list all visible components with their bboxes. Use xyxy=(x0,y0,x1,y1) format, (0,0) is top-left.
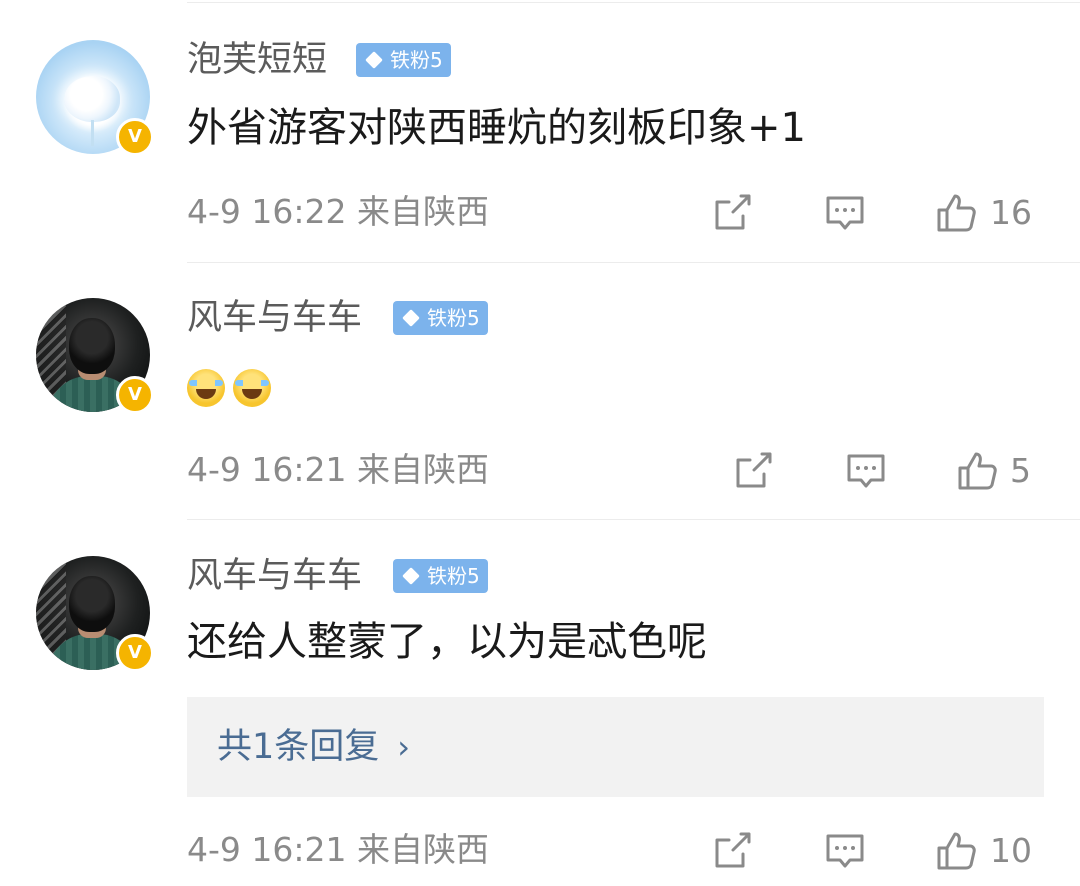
diamond-icon xyxy=(402,309,420,327)
verified-badge: V xyxy=(116,634,154,672)
verified-badge: V xyxy=(116,376,154,414)
top-divider xyxy=(187,2,1080,3)
comment-meta: 4-9 16:21 来自陕西 xyxy=(187,450,489,490)
comment-time: 4-9 16:22 xyxy=(187,192,347,231)
fan-badge[interactable]: 铁粉5 xyxy=(393,301,488,335)
comment-text: 外省游客对陕西睡炕的刻板印象+1 xyxy=(187,105,806,151)
thumbs-up-icon[interactable] xyxy=(956,450,998,492)
comment-divider xyxy=(187,519,1080,520)
comment-actions: 5 xyxy=(732,446,1044,494)
diamond-icon xyxy=(402,567,420,585)
comment-location: 来自陕西 xyxy=(357,830,489,869)
like-count: 10 xyxy=(990,831,1032,870)
username[interactable]: 风车与车车 xyxy=(187,298,362,338)
laugh-cry-emoji-icon xyxy=(233,369,271,407)
comment-actions: 16 xyxy=(711,188,1044,236)
avatar[interactable]: V xyxy=(36,556,154,672)
comment-meta: 4-9 16:22 来自陕西 xyxy=(187,192,489,232)
username[interactable]: 风车与车车 xyxy=(187,556,362,596)
fan-badge[interactable]: 铁粉5 xyxy=(393,559,488,593)
reply-summary-link[interactable]: 共1条回复 › xyxy=(217,725,410,769)
share-icon[interactable] xyxy=(711,192,753,234)
fan-badge-label: 铁粉5 xyxy=(390,48,443,72)
comment-actions: 10 xyxy=(711,826,1044,874)
avatar[interactable]: V xyxy=(36,298,154,414)
comment-time: 4-9 16:21 xyxy=(187,450,347,489)
comment-location: 来自陕西 xyxy=(357,450,489,489)
username[interactable]: 泡芙短短 xyxy=(187,40,327,80)
fan-badge-label: 铁粉5 xyxy=(427,564,480,588)
comment-divider xyxy=(187,262,1080,263)
comment-list: V 泡芙短短 铁粉5 外省游客对陕西睡炕的刻板印象+1 4-9 16:22 来自… xyxy=(0,0,1080,886)
comment-meta: 4-9 16:21 来自陕西 xyxy=(187,830,489,870)
like-count: 16 xyxy=(990,193,1032,232)
like-count: 5 xyxy=(1010,451,1031,490)
comment-emojis xyxy=(187,362,279,410)
comment-time: 4-9 16:21 xyxy=(187,830,347,869)
chevron-right-icon: › xyxy=(397,728,411,766)
reply-summary-box[interactable]: 共1条回复 › xyxy=(187,697,1044,797)
thumbs-up-icon[interactable] xyxy=(935,830,977,872)
laugh-cry-emoji-icon xyxy=(187,369,225,407)
comment-text: 还给人整蒙了，以为是忒色呢 xyxy=(187,619,707,665)
diamond-icon xyxy=(365,51,383,69)
share-icon[interactable] xyxy=(732,450,774,492)
verified-badge: V xyxy=(116,118,154,156)
comment-location: 来自陕西 xyxy=(357,192,489,231)
comment-icon[interactable] xyxy=(824,830,866,872)
fan-badge-label: 铁粉5 xyxy=(427,306,480,330)
thumbs-up-icon[interactable] xyxy=(935,192,977,234)
comment-icon[interactable] xyxy=(824,192,866,234)
fan-badge[interactable]: 铁粉5 xyxy=(356,43,451,77)
avatar[interactable]: V xyxy=(36,40,154,156)
comment-icon[interactable] xyxy=(845,450,887,492)
reply-summary-label: 共1条回复 xyxy=(217,727,380,767)
share-icon[interactable] xyxy=(711,830,753,872)
